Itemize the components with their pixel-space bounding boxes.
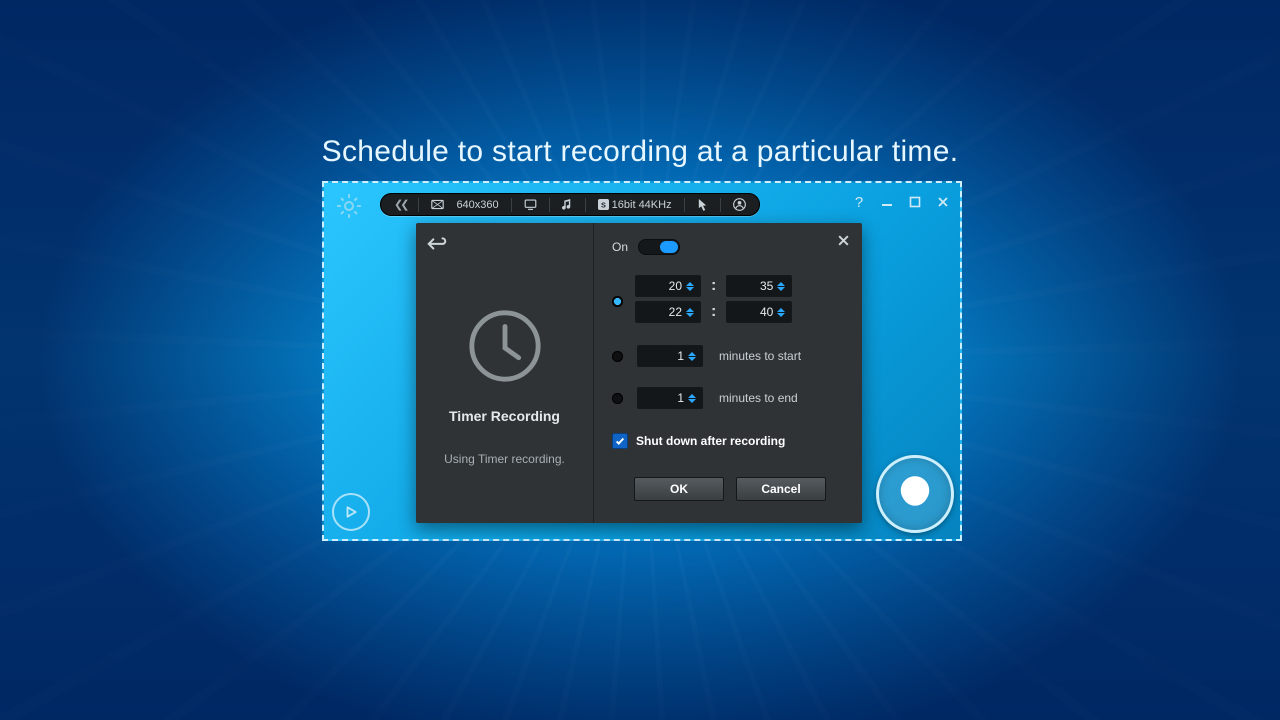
minutes-to-start-spinner[interactable]: 1 <box>637 345 703 367</box>
separator <box>720 198 721 212</box>
svg-text:S: S <box>601 200 606 209</box>
separator <box>418 198 419 212</box>
shutdown-label: Shut down after recording <box>636 434 785 448</box>
time-colon: : <box>711 303 716 321</box>
user-icon[interactable] <box>733 198 746 211</box>
resolution-label[interactable]: 640x360 <box>456 199 498 211</box>
dialog-close-icon[interactable] <box>834 231 852 249</box>
audio-format-label[interactable]: S 16bit 44KHz <box>598 199 672 211</box>
minimize-icon[interactable] <box>878 193 896 211</box>
separator <box>684 198 685 212</box>
minutes-to-end-spinner[interactable]: 1 <box>637 387 703 409</box>
back-button[interactable] <box>424 233 450 253</box>
separator <box>549 198 550 212</box>
minutes-to-start-radio[interactable] <box>612 351 623 362</box>
minutes-to-start-label: minutes to start <box>719 349 801 363</box>
ok-button[interactable]: OK <box>634 477 724 501</box>
crop-icon[interactable] <box>431 198 444 211</box>
cursor-icon[interactable] <box>697 198 708 211</box>
music-note-icon[interactable] <box>562 198 573 211</box>
top-toolbar: ❮❮ 640x360 S 16bit 44KHz <box>380 193 760 216</box>
minutes-to-end-radio[interactable] <box>612 393 623 404</box>
monitor-icon[interactable] <box>524 198 537 211</box>
timer-recording-dialog: Timer Recording Using Timer recording. O… <box>416 223 862 523</box>
on-label: On <box>612 240 628 254</box>
shutdown-checkbox[interactable] <box>612 433 628 449</box>
minutes-to-end-label: minutes to end <box>719 391 798 405</box>
headline: Schedule to start recording at a particu… <box>0 135 1280 169</box>
time-colon: : <box>711 277 716 295</box>
toolbar-collapse-icon[interactable]: ❮❮ <box>394 198 406 211</box>
dialog-subtitle: Using Timer recording. <box>444 452 565 466</box>
start-minute-spinner[interactable]: 35 <box>726 275 792 297</box>
start-hour-spinner[interactable]: 20 <box>635 275 701 297</box>
end-minute-spinner[interactable]: 40 <box>726 301 792 323</box>
app-window: ❮❮ 640x360 S 16bit 44KHz ? <box>322 181 962 541</box>
end-hour-spinner[interactable]: 22 <box>635 301 701 323</box>
window-controls: ? <box>850 193 952 211</box>
help-icon[interactable]: ? <box>850 193 868 211</box>
record-button[interactable] <box>876 455 954 533</box>
dialog-title: Timer Recording <box>449 408 560 424</box>
close-icon[interactable] <box>934 193 952 211</box>
dialog-left-pane: Timer Recording Using Timer recording. <box>416 223 594 523</box>
power-toggle[interactable] <box>638 239 680 255</box>
settings-gear-icon[interactable] <box>332 189 366 223</box>
play-outline-icon[interactable] <box>332 493 370 531</box>
separator <box>511 198 512 212</box>
clock-icon <box>466 307 544 390</box>
separator <box>585 198 586 212</box>
schedule-by-time-radio[interactable] <box>612 296 623 307</box>
cancel-button[interactable]: Cancel <box>736 477 826 501</box>
dialog-right-pane: On 20 : 35 <box>594 223 862 523</box>
maximize-icon[interactable] <box>906 193 924 211</box>
